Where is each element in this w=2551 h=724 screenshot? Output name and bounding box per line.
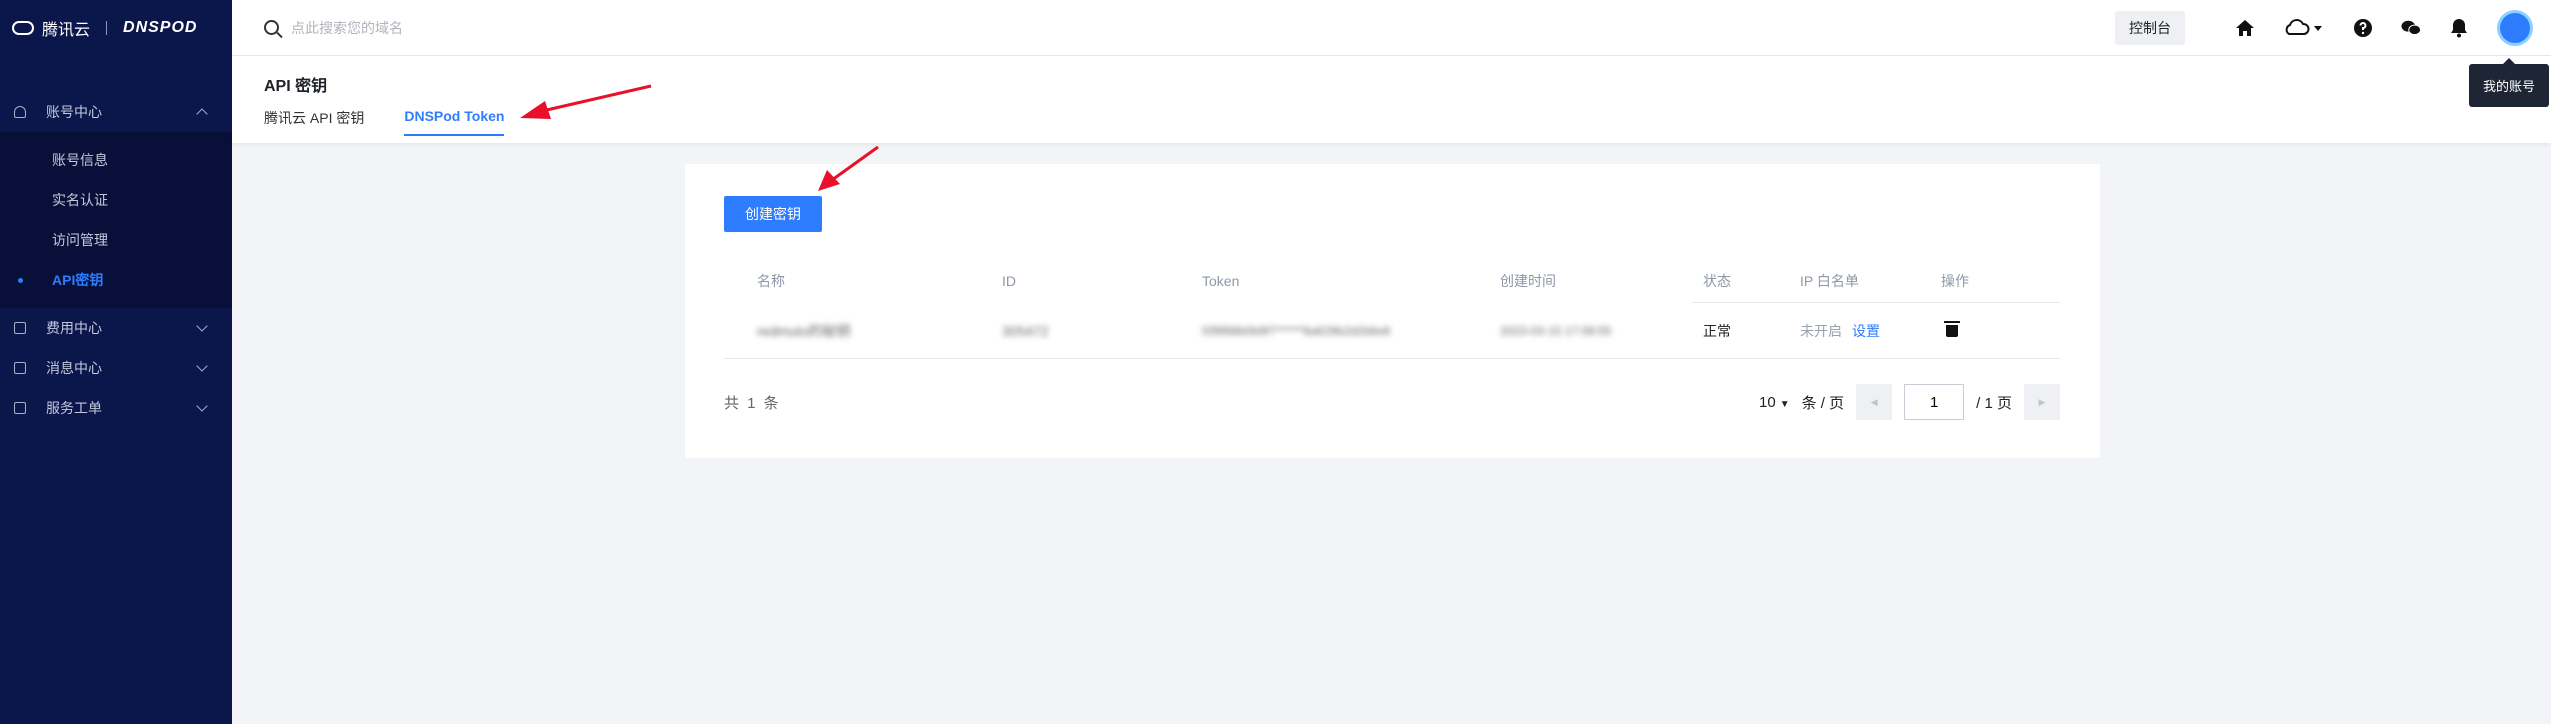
sub-item-access-management[interactable]: 访问管理: [0, 220, 232, 260]
home-icon[interactable]: [2235, 18, 2255, 38]
row-actions: [1941, 321, 2051, 340]
ticket-icon: [14, 402, 26, 414]
topbar: 控制台: [232, 0, 2551, 56]
total-count: 共 1 条: [724, 394, 781, 412]
cloud-logo-icon: [12, 21, 34, 35]
trash-icon[interactable]: [1944, 321, 1960, 337]
caret-down-icon: ▼: [1779, 398, 1790, 410]
nav-label: 账号中心: [46, 104, 102, 120]
per-page-label: 条 / 页: [1801, 394, 1845, 412]
avatar[interactable]: [2497, 10, 2533, 46]
brand-text: DNSPOD: [123, 19, 198, 36]
col-whitelist: IP 白名单: [1800, 273, 1859, 289]
row-created: 2023-03-15 17:08:55: [1500, 323, 1612, 338]
pagination: 10▼ 条 / 页 ◀ / 1 页 ▶: [1759, 384, 2060, 420]
sidebar: 腾讯云 DNSPOD 账号中心 账号信息 实名认证 访问管理 API密钥 费用中…: [0, 0, 232, 724]
table-row: redmuto的秘钥 305472 f2f8f88b0b9f7******8a6…: [724, 303, 2060, 359]
active-dot-icon: [18, 278, 23, 283]
wechat-icon[interactable]: [2401, 18, 2421, 38]
col-status: 状态: [1703, 273, 1731, 289]
nav-label: 消息中心: [46, 360, 102, 376]
token-table: 名称 ID Token 创建时间 状态 IP 白名单 操作 redmuto的秘钥…: [724, 260, 2060, 359]
account-submenu: 账号信息 实名认证 访问管理 API密钥: [0, 132, 232, 308]
wallet-icon: [14, 322, 26, 334]
nav-account-center[interactable]: 账号中心: [0, 92, 232, 132]
row-id: 305472: [1002, 322, 1049, 339]
chevron-up-icon: [196, 108, 208, 120]
row-whitelist: 未开启 设置: [1800, 321, 1941, 341]
nav-billing-center[interactable]: 费用中心: [0, 308, 232, 348]
help-icon[interactable]: [2353, 18, 2373, 38]
nav-label: 服务工单: [46, 400, 102, 416]
bell-icon[interactable]: [2449, 18, 2469, 38]
col-id: ID: [1002, 273, 1016, 289]
sub-item-real-name[interactable]: 实名认证: [0, 180, 232, 220]
logo-divider: [106, 21, 108, 35]
search-input[interactable]: [291, 19, 691, 36]
cloud-dropdown-icon[interactable]: [2283, 18, 2325, 38]
whitelist-settings-link[interactable]: 设置: [1852, 323, 1880, 339]
row-name: redmuto的秘钥: [757, 322, 851, 339]
total-pages: / 1 页: [1976, 394, 2012, 412]
nav-label: 费用中心: [46, 320, 102, 336]
nav-service-ticket[interactable]: 服务工单: [0, 388, 232, 428]
whitelist-status: 未开启: [1800, 322, 1842, 339]
message-icon: [14, 362, 26, 374]
sub-item-label: API密钥: [52, 272, 104, 288]
table-footer: 共 1 条 10▼ 条 / 页 ◀ / 1 页 ▶: [724, 382, 2060, 422]
col-token: Token: [1202, 273, 1240, 289]
user-icon: [14, 106, 26, 118]
tab-dnspod-token[interactable]: DNSPod Token: [404, 108, 505, 136]
row-status: 正常: [1703, 322, 1731, 339]
nav-group: 账号中心 账号信息 实名认证 访问管理 API密钥 费用中心 消息中心 服务工单: [0, 92, 232, 428]
token-card: 创建密钥 名称 ID Token 创建时间 状态 IP 白名单 操作 redmu…: [685, 164, 2100, 458]
col-actions: 操作: [1941, 273, 1969, 289]
chevron-down-icon: [196, 400, 208, 412]
table-header: 名称 ID Token 创建时间 状态 IP 白名单 操作: [724, 260, 2060, 302]
next-page-button[interactable]: ▶: [2024, 384, 2060, 420]
tabs: 腾讯云 API 密钥 DNSPod Token: [264, 108, 505, 136]
search-icon[interactable]: [264, 20, 279, 35]
sub-item-account-info[interactable]: 账号信息: [0, 140, 232, 180]
page-header: API 密钥 腾讯云 API 密钥 DNSPod Token: [232, 56, 2551, 143]
prev-page-button[interactable]: ◀: [1856, 384, 1893, 420]
logo-text: 腾讯云: [42, 22, 91, 39]
console-button[interactable]: 控制台: [2115, 11, 2185, 45]
tab-tencent-cloud-api-key[interactable]: 腾讯云 API 密钥: [264, 108, 364, 136]
create-key-button[interactable]: 创建密钥: [724, 196, 822, 232]
page-input[interactable]: [1904, 384, 1965, 420]
chevron-down-icon: [196, 320, 208, 332]
chevron-down-icon: [196, 360, 208, 372]
page-title: API 密钥: [264, 78, 328, 95]
col-created: 创建时间: [1500, 273, 1556, 289]
account-tooltip: 我的账号: [2468, 58, 2549, 107]
col-name: 名称: [757, 273, 785, 289]
logo[interactable]: 腾讯云 DNSPOD: [0, 0, 232, 56]
page-size-value: 10: [1759, 393, 1776, 411]
sub-item-api-keys[interactable]: API密钥: [0, 260, 232, 300]
page-size-select[interactable]: 10 ▼: [1759, 394, 1790, 411]
topbar-actions: 控制台: [2115, 0, 2551, 56]
nav-message-center[interactable]: 消息中心: [0, 348, 232, 388]
row-token: f2f8f88b0b9f7******8a629b2d2b6e8: [1202, 323, 1391, 338]
